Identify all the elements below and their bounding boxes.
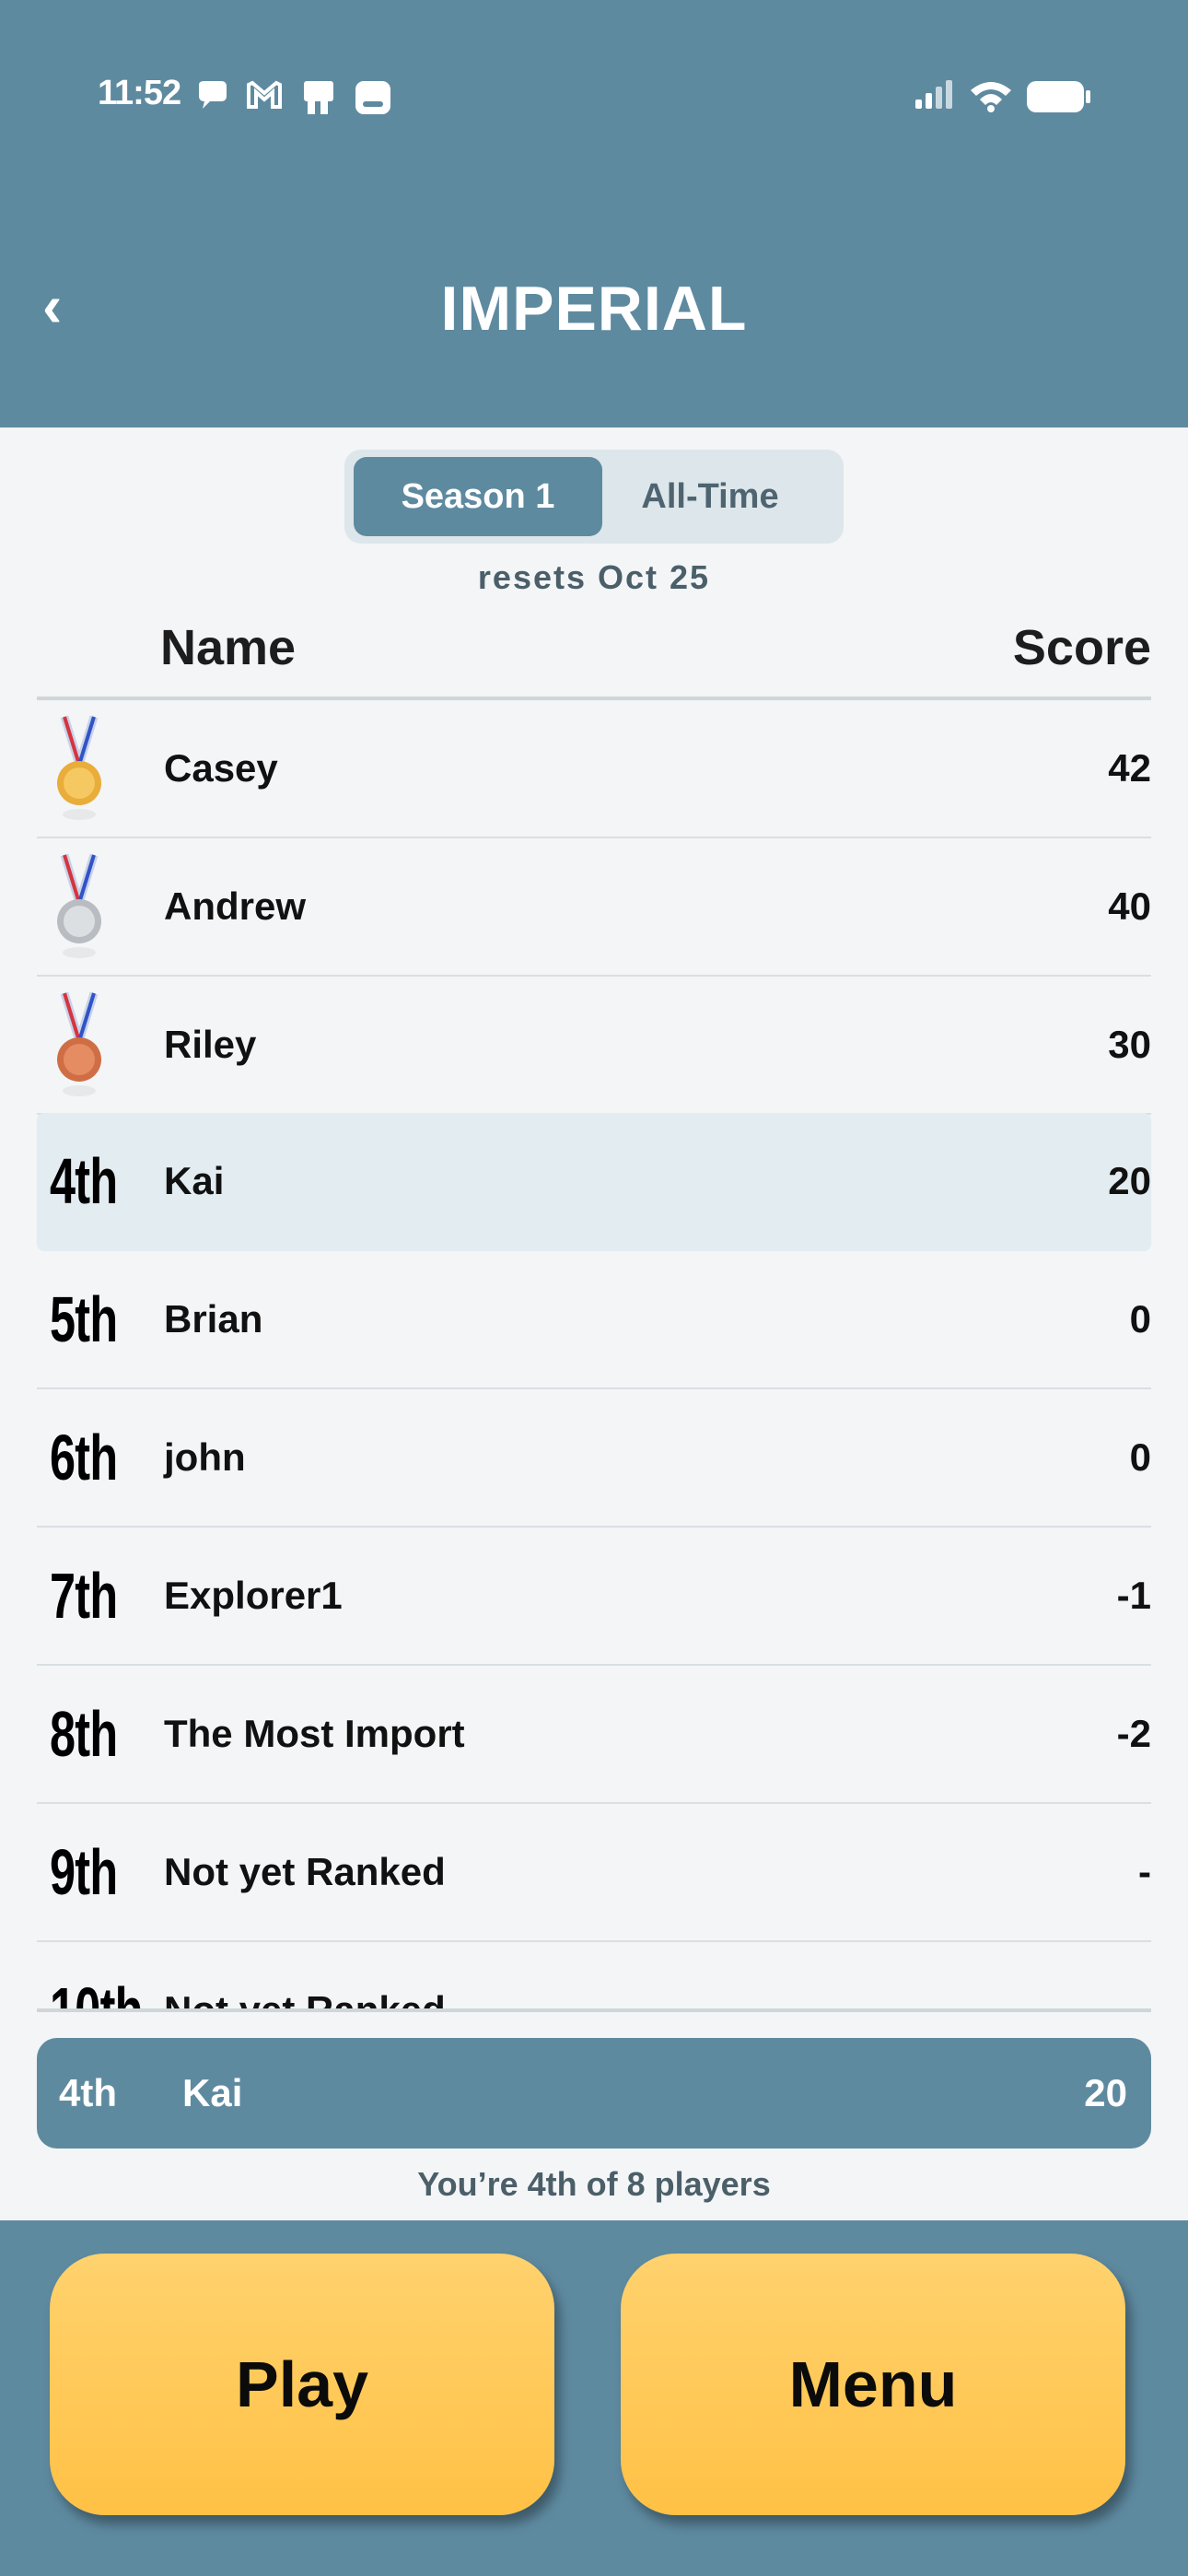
current-user-score: 20 (1084, 2071, 1127, 2114)
player-score: 42 (1108, 746, 1151, 790)
chat-bubble-icon (199, 81, 227, 109)
player-rank: 7th (50, 1560, 118, 1632)
leaderboard-row[interactable]: 5th Brian 0 (37, 1251, 1151, 1389)
player-name: Explorer1 (164, 1574, 343, 1617)
leaderboard-list[interactable]: Casey 42 Andrew 40 Riley 30 4th Kai 20 5… (37, 700, 1151, 2010)
leaderboard-row[interactable]: 9th Not yet Ranked - (37, 1804, 1151, 1942)
season-reset-note: resets Oct 25 (477, 558, 711, 596)
wifi-icon (971, 82, 1011, 112)
page-title: IMPERIAL (440, 274, 748, 344)
player-name: Not yet Ranked (164, 1988, 446, 2010)
gold-medal-icon (57, 715, 101, 820)
rank-summary: You’re 4th of 8 players (417, 2165, 771, 2203)
current-user-rank: 4th (59, 2071, 117, 2114)
player-score: 20 (1108, 1159, 1151, 1202)
app-header: 11:52 ‹ IMPERIAL (0, 0, 1188, 427)
player-rank: 10th (50, 1974, 143, 2010)
notification-app-icon (355, 81, 390, 114)
list-bottom-divider (37, 2008, 1151, 2012)
leaderboard-row[interactable]: Andrew 40 (37, 838, 1151, 977)
player-name: Not yet Ranked (164, 1850, 446, 1893)
player-name: Casey (164, 746, 278, 790)
player-score: 40 (1108, 884, 1151, 928)
tab-all-time[interactable]: All-Time (586, 457, 834, 536)
leaderboard-row-current-user[interactable]: 4th Kai 20 (37, 1113, 1151, 1251)
leaderboard-row[interactable]: 7th Explorer1 -1 (37, 1528, 1151, 1666)
menu-button[interactable]: Menu (621, 2254, 1125, 2515)
play-button[interactable]: Play (50, 2254, 554, 2515)
battery-icon (1027, 81, 1090, 112)
player-score: -1 (1116, 1574, 1151, 1617)
column-header-name: Name (160, 620, 297, 675)
bronze-medal-icon (57, 991, 101, 1096)
player-rank: 9th (50, 1836, 118, 1908)
player-name: Kai (164, 1159, 225, 1202)
current-user-bar: 4th Kai 20 (37, 2038, 1151, 2149)
player-rank: 6th (50, 1422, 118, 1493)
leaderboard-row[interactable]: 8th The Most Import -2 (37, 1666, 1151, 1804)
player-name: Riley (164, 1023, 257, 1066)
column-header-score: Score (1012, 620, 1151, 675)
footer-bar: Play Menu (0, 2220, 1188, 2576)
player-score: - (1138, 1850, 1151, 1893)
status-time: 11:52 (98, 74, 181, 112)
player-score: 30 (1108, 1023, 1151, 1066)
player-score: 0 (1129, 1435, 1151, 1479)
player-name: The Most Import (164, 1712, 465, 1755)
player-name: Brian (164, 1297, 263, 1341)
status-bar: 11:52 (0, 64, 1188, 129)
player-rank: 5th (50, 1283, 118, 1355)
silver-medal-icon (57, 853, 101, 958)
leaderboard-row[interactable]: 6th john 0 (37, 1389, 1151, 1528)
player-score: -2 (1116, 1712, 1151, 1755)
player-name: john (164, 1435, 246, 1479)
player-name: Andrew (164, 884, 307, 928)
player-score: 0 (1129, 1297, 1151, 1341)
current-user-name: Kai (182, 2071, 243, 2114)
signal-icon (915, 80, 952, 109)
leaderboard-row[interactable]: 10th Not yet Ranked - (37, 1942, 1151, 2010)
tab-season[interactable]: Season 1 (354, 457, 602, 536)
mobile-app-icon (304, 81, 333, 114)
player-rank: 4th (50, 1145, 118, 1217)
gmail-icon (247, 80, 282, 109)
player-rank: 8th (50, 1698, 118, 1770)
player-score: - (1138, 1988, 1151, 2010)
leaderboard-row[interactable]: Riley 30 (37, 977, 1151, 1115)
leaderboard-row[interactable]: Casey 42 (37, 700, 1151, 838)
leaderboard-period-toggle: Season 1 All-Time (344, 450, 844, 544)
